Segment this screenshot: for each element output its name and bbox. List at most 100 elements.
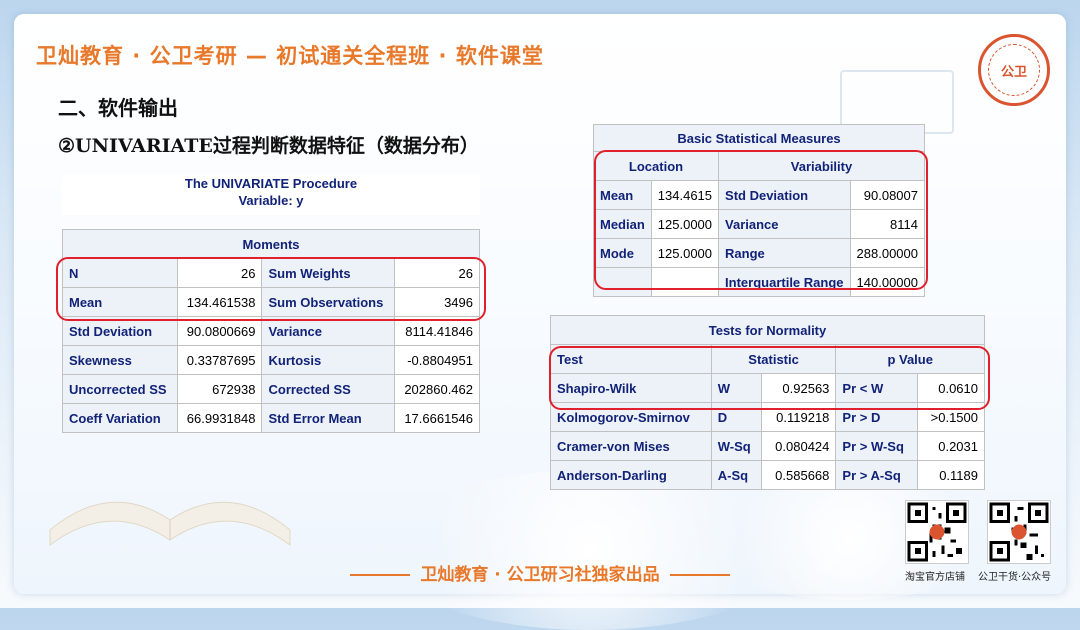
moment-label: N [62,258,178,288]
section-title: 二、软件输出 [58,96,178,120]
procedure-header: The UNIVARIATE Procedure Variable: y [62,175,480,215]
logo-text: 公卫 [988,44,1040,96]
moment-label: Skewness [62,345,178,375]
moment-label: Coeff Variation [62,403,178,433]
moment-label: Std Error Mean [261,403,396,433]
book-decoration [49,501,291,546]
pvalue-value: 0.2031 [917,431,985,461]
normality-table: Tests for Normality Test Statistic p Val… [550,315,985,490]
test-header: Test [550,344,712,374]
pvalue-header: p Value [835,344,985,374]
test-name: Kolmogorov-Smirnov [550,402,712,432]
variability-value: 140.00000 [849,267,926,297]
variability-label: Interquartile Range [718,267,851,297]
moments-table: Moments N 26 Sum Weights 26 Mean 134.461538 Su… [62,229,480,433]
moment-label: Kurtosis [261,345,396,375]
statistic-header: Statistic [710,344,837,374]
table-row: Uncorrected SS 672938 Corrected SS 202860.4… [62,374,480,404]
table-row: Interquartile Range 140.00000 [593,267,926,297]
statistic-symbol: A-Sq [710,460,763,490]
table-row: Mean 134.4615 Std Deviation 90.08007 [593,180,926,210]
moment-value: 672938 [176,374,263,404]
moment-label: Corrected SS [261,374,396,404]
pvalue-label: Pr < W [835,373,919,403]
statistic-symbol: W-Sq [710,431,763,461]
moment-value: 8114.41846 [394,316,480,346]
statistic-symbol: W [710,373,763,403]
moment-value: 3496 [394,287,480,317]
qr-code-icon[interactable] [987,500,1051,564]
location-label [593,267,652,297]
header-title: 卫灿教育 · 公卫考研 — 初试通关全程班 · 软件课堂 [36,44,544,68]
footer-line-left [350,574,411,576]
table-row: Coeff Variation 66.9931848 Std Error Mean 1… [62,403,480,433]
qr-code-icon[interactable] [905,500,969,564]
pvalue-value: >0.1500 [917,402,985,432]
table-row: Mode 125.0000 Range 288.00000 [593,238,926,268]
location-value: 125.0000 [650,209,720,239]
table-row: Cramer-von Mises W-Sq 0.080424 Pr > W-Sq 0.2… [550,431,985,461]
variability-value: 8114 [849,209,926,239]
location-value: 134.4615 [650,180,720,210]
moment-value: 0.33787695 [176,345,263,375]
location-value: 125.0000 [650,238,720,268]
statistic-value: 0.119218 [761,402,837,432]
normality-caption: Tests for Normality [550,315,985,345]
footer-text: 卫灿教育 · 公卫研习社独家出品 [420,565,660,585]
table-row: N 26 Sum Weights 26 [62,258,480,288]
moment-value: 66.9931848 [176,403,263,433]
moment-value: 134.461538 [176,287,263,317]
variability-value: 288.00000 [849,238,926,268]
statistic-value: 0.585668 [761,460,837,490]
statistic-symbol: D [710,402,763,432]
statistic-value: 0.92563 [761,373,837,403]
moment-label: Variance [261,316,396,346]
table-row: Shapiro-Wilk W 0.92563 Pr < W 0.0610 [550,373,985,403]
pvalue-label: Pr > D [835,402,919,432]
variability-header: Variability [718,151,925,181]
pvalue-label: Pr > A-Sq [835,460,919,490]
table-row: Std Deviation 90.0800669 Variance 8114.4184… [62,316,480,346]
procedure-name: The UNIVARIATE Procedure [184,176,358,191]
qr-label: 公卫干货·公众号 [978,572,1052,583]
procedure-variable: Variable: y [238,193,304,208]
table-row: Kolmogorov-Smirnov D 0.119218 Pr > D >0.1500 [550,402,985,432]
moment-label: Sum Weights [261,258,396,288]
pvalue-value: 0.1189 [917,460,985,490]
table-row: Anderson-Darling A-Sq 0.585668 Pr > A-Sq 0.1… [550,460,985,490]
variability-label: Variance [718,209,851,239]
statistic-value: 0.080424 [761,431,837,461]
test-name: Anderson-Darling [550,460,712,490]
variability-value: 90.08007 [849,180,926,210]
section-subtitle: ②UNIVARIATE过程判断数据特征（数据分布） [58,135,479,157]
moment-value: 202860.462 [394,374,480,404]
location-label: Mean [593,180,652,210]
basic-caption: Basic Statistical Measures [593,124,925,152]
table-row: Mean 134.461538 Sum Observations 3496 [62,287,480,317]
moment-value: 17.6661546 [394,403,480,433]
pvalue-label: Pr > W-Sq [835,431,919,461]
location-label: Median [593,209,652,239]
moment-value: 90.0800669 [176,316,263,346]
test-name: Shapiro-Wilk [550,373,712,403]
moment-label: Mean [62,287,178,317]
moment-label: Uncorrected SS [62,374,178,404]
variability-label: Range [718,238,851,268]
test-name: Cramer-von Mises [550,431,712,461]
moment-label: Std Deviation [62,316,178,346]
moment-value: -0.8804951 [394,345,480,375]
location-label: Mode [593,238,652,268]
brand-logo: 公卫 [978,34,1050,106]
moment-label: Sum Observations [261,287,396,317]
moment-value: 26 [394,258,480,288]
location-value [650,267,720,297]
pvalue-value: 0.0610 [917,373,985,403]
location-header: Location [592,151,720,181]
variability-label: Std Deviation [718,180,851,210]
qr-label: 淘宝官方店铺 [905,572,965,583]
table-row: Skewness 0.33787695 Kurtosis -0.8804951 [62,345,480,375]
basic-measures-table: Basic Statistical Measures Location Vari… [592,124,926,297]
table-row: Median 125.0000 Variance 8114 [593,209,926,239]
footer-line-right [669,574,730,576]
moment-value: 26 [176,258,263,288]
